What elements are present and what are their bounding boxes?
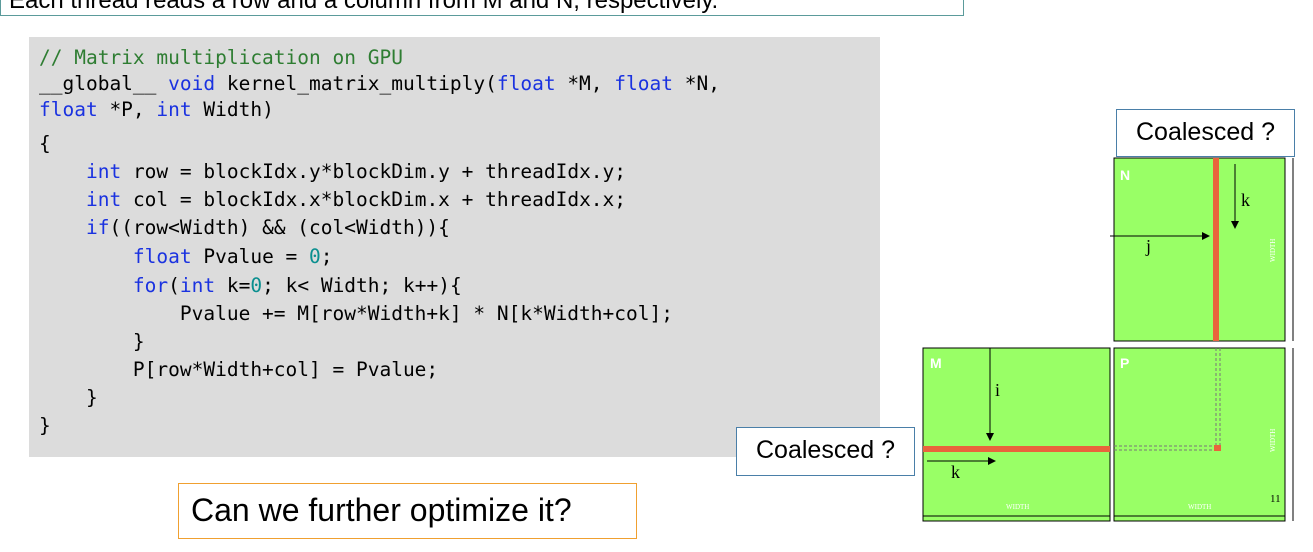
code-block: // Matrix multiplication on GPU __global…	[29, 37, 880, 457]
header-banner: Each thread reads a row and a column fro…	[0, 0, 964, 16]
matrix-diagram: N k j WIDTH M i k WIDTH P WIDTH WIDTH 11	[922, 157, 1294, 522]
matrix-m	[922, 347, 1111, 522]
code-line-1: // Matrix multiplication on GPU	[39, 45, 403, 71]
j-label: j	[1145, 236, 1151, 256]
code-line-11: }	[39, 330, 145, 353]
m-width-label: WIDTH	[1006, 503, 1029, 511]
coalesced-callout-m: Coalesced ?	[736, 427, 915, 476]
optimize-callout-text: Can we further optimize it?	[191, 492, 572, 528]
coalesced-callout-m-text: Coalesced ?	[756, 436, 895, 464]
matrix-p-label: P	[1120, 355, 1129, 371]
p-bottom-width-label: WIDTH	[1188, 503, 1211, 511]
code-line-2: __global__ void kernel_matrix_multiply(f…	[39, 72, 720, 95]
code-line-12: P[row*Width+col] = Pvalue;	[39, 358, 439, 381]
n-column-highlight	[1213, 158, 1219, 341]
code-line-3: float *P, int Width)	[39, 98, 274, 121]
p-element	[1214, 445, 1221, 451]
matrix-m-label: M	[930, 355, 942, 371]
code-line-6: int col = blockIdx.x*blockDim.x + thread…	[85, 188, 627, 211]
code-line-8: float Pvalue = 0;	[132, 245, 333, 268]
code-line-14: }	[39, 414, 51, 437]
coalesced-callout-n: Coalesced ?	[1116, 109, 1295, 157]
coalesced-callout-n-text: Coalesced ?	[1136, 118, 1275, 146]
matrix-n-label: N	[1120, 167, 1130, 183]
k-label-m: k	[951, 462, 960, 482]
matrix-p	[1113, 347, 1286, 522]
matrix-n	[1113, 157, 1286, 342]
code-line-10: Pvalue += M[row*Width+k] * N[k*Width+col…	[39, 302, 673, 325]
code-line-13: }	[39, 386, 98, 409]
i-label: i	[995, 380, 1000, 400]
code-line-9: for(int k=0; k< Width; k++){	[132, 274, 462, 297]
optimize-callout: Can we further optimize it?	[178, 483, 637, 539]
k-label-n: k	[1241, 190, 1250, 210]
code-line-7: if((row<Width) && (col<Width)){	[85, 216, 450, 239]
p-width-label: WIDTH	[1269, 429, 1277, 452]
page-number: 11	[1270, 493, 1281, 505]
code-line-4: {	[39, 132, 51, 155]
code-line-5: int row = blockIdx.y*blockDim.y + thread…	[85, 160, 627, 183]
code-comment: // Matrix multiplication on GPU	[39, 46, 403, 69]
n-width-label: WIDTH	[1269, 239, 1277, 262]
m-row-highlight	[923, 446, 1110, 452]
header-text: Each thread reads a row and a column fro…	[9, 0, 719, 14]
